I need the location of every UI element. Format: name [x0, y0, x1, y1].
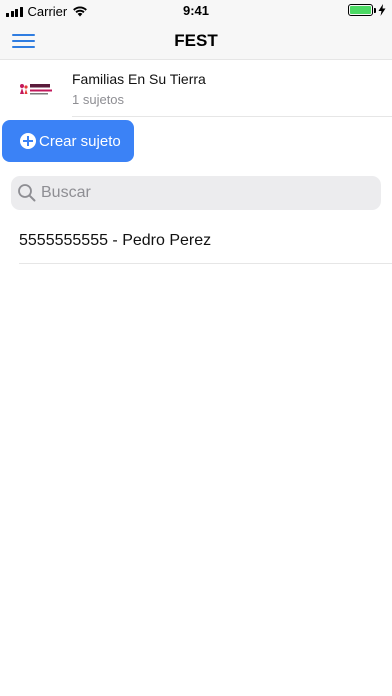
organization-row[interactable]: Familias En Su Tierra 1 sujetos	[0, 61, 392, 117]
battery-icon	[348, 4, 373, 16]
charging-bolt-icon	[378, 4, 386, 16]
subject-count: 1 sujetos	[72, 92, 125, 107]
status-bar: Carrier 9:41	[0, 0, 392, 22]
subject-list-item[interactable]: 5555555555 - Pedro Perez	[19, 222, 392, 264]
battery-level-fill	[350, 6, 371, 14]
battery-tip	[374, 7, 376, 13]
search-icon	[18, 184, 36, 202]
page-title: FEST	[174, 31, 218, 50]
organization-logo	[18, 81, 54, 97]
create-subject-button[interactable]: Crear sujeto	[2, 120, 134, 162]
plus-circle-icon	[20, 133, 36, 149]
navigation-bar: FEST	[0, 22, 392, 60]
divider	[72, 116, 392, 117]
status-time: 9:41	[182, 3, 210, 18]
status-right	[348, 4, 386, 16]
subject-label: 5555555555 - Pedro Perez	[19, 232, 212, 249]
create-subject-label: Crear sujeto	[39, 132, 121, 150]
search-bar[interactable]	[11, 176, 381, 210]
organization-name: Familias En Su Tierra	[72, 71, 206, 87]
search-input[interactable]	[41, 184, 371, 202]
